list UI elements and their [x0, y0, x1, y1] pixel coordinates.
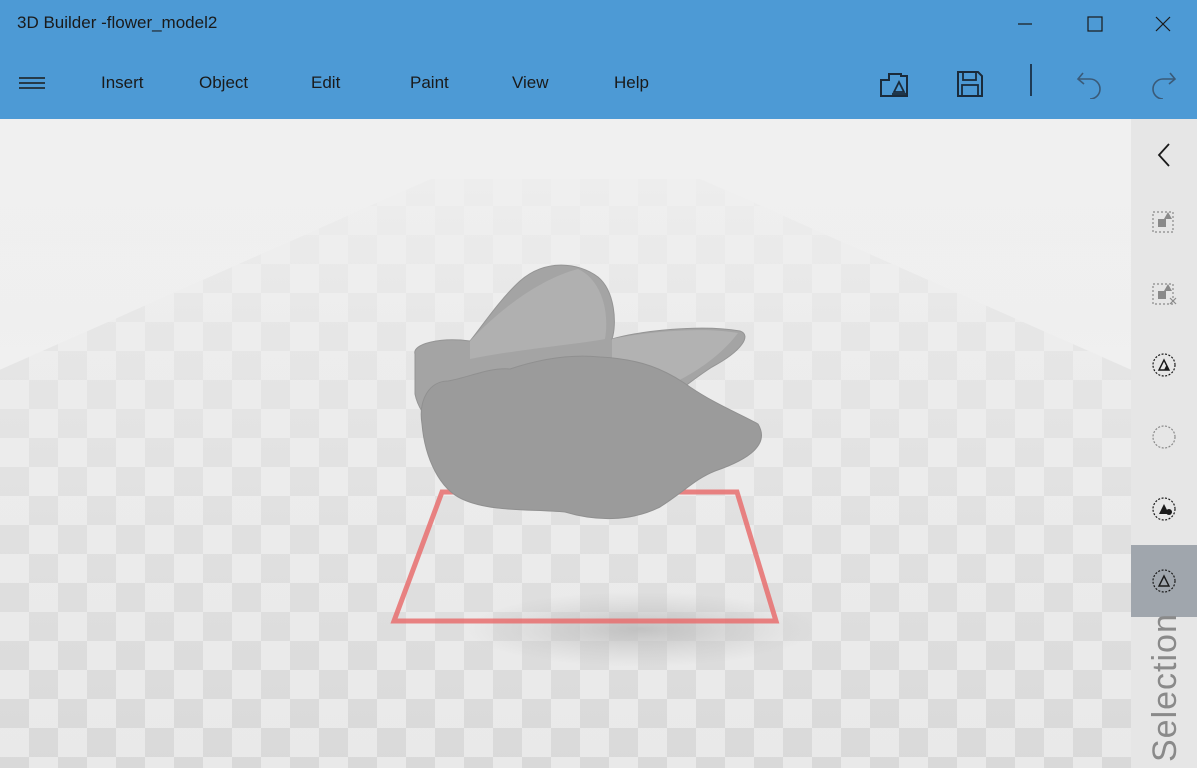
3d-viewport[interactable] — [0, 119, 1131, 768]
menu-edit[interactable]: Edit — [311, 73, 340, 93]
menu-insert[interactable]: Insert — [101, 73, 144, 93]
menu-help[interactable]: Help — [614, 73, 649, 93]
select-fill-icon — [1152, 497, 1176, 521]
minimize-icon — [1017, 23, 1032, 25]
redo-button[interactable] — [1141, 62, 1185, 106]
menu-paint[interactable]: Paint — [410, 73, 449, 93]
maximize-icon — [1086, 16, 1103, 32]
save-button[interactable] — [948, 62, 992, 106]
select-fill-button[interactable] — [1131, 473, 1197, 545]
scene-button[interactable] — [872, 62, 916, 106]
menu-object[interactable]: Object — [199, 73, 248, 93]
hamburger-icon — [19, 77, 45, 89]
panel-title: Selection — [1146, 613, 1184, 762]
close-icon — [1155, 16, 1170, 32]
save-icon — [957, 71, 983, 97]
select-faces-button[interactable] — [1131, 329, 1197, 401]
select-objects-button[interactable] — [1131, 185, 1197, 257]
close-button[interactable] — [1128, 0, 1197, 48]
minimize-button[interactable] — [990, 0, 1059, 48]
select-triangle-icon — [1152, 569, 1176, 593]
menu-view[interactable]: View — [512, 73, 549, 93]
title-bar: 3D Builder -flower_model2 — [0, 0, 1197, 48]
select-objects-icon — [1152, 211, 1174, 233]
redo-icon — [1152, 72, 1177, 99]
select-triangle-button[interactable] — [1131, 545, 1197, 617]
collapse-panel-button[interactable] — [1131, 119, 1197, 191]
scene-icon — [880, 73, 908, 97]
maximize-button[interactable] — [1060, 0, 1129, 48]
undo-icon — [1076, 72, 1101, 99]
select-vertices-button[interactable] — [1131, 401, 1197, 473]
window-title: 3D Builder -flower_model2 — [17, 13, 218, 32]
model-shadow — [465, 591, 815, 667]
hamburger-menu-button[interactable] — [12, 68, 52, 98]
select-remove-button[interactable] — [1131, 257, 1197, 329]
select-faces-icon — [1152, 353, 1176, 377]
menu-bar: Insert Object Edit Paint View Help — [0, 48, 1197, 119]
chevron-left-icon — [1157, 143, 1170, 167]
select-remove-icon — [1152, 283, 1177, 305]
toolbar-divider — [1030, 64, 1032, 96]
select-vertices-icon — [1152, 425, 1176, 449]
undo-button[interactable] — [1068, 62, 1112, 106]
